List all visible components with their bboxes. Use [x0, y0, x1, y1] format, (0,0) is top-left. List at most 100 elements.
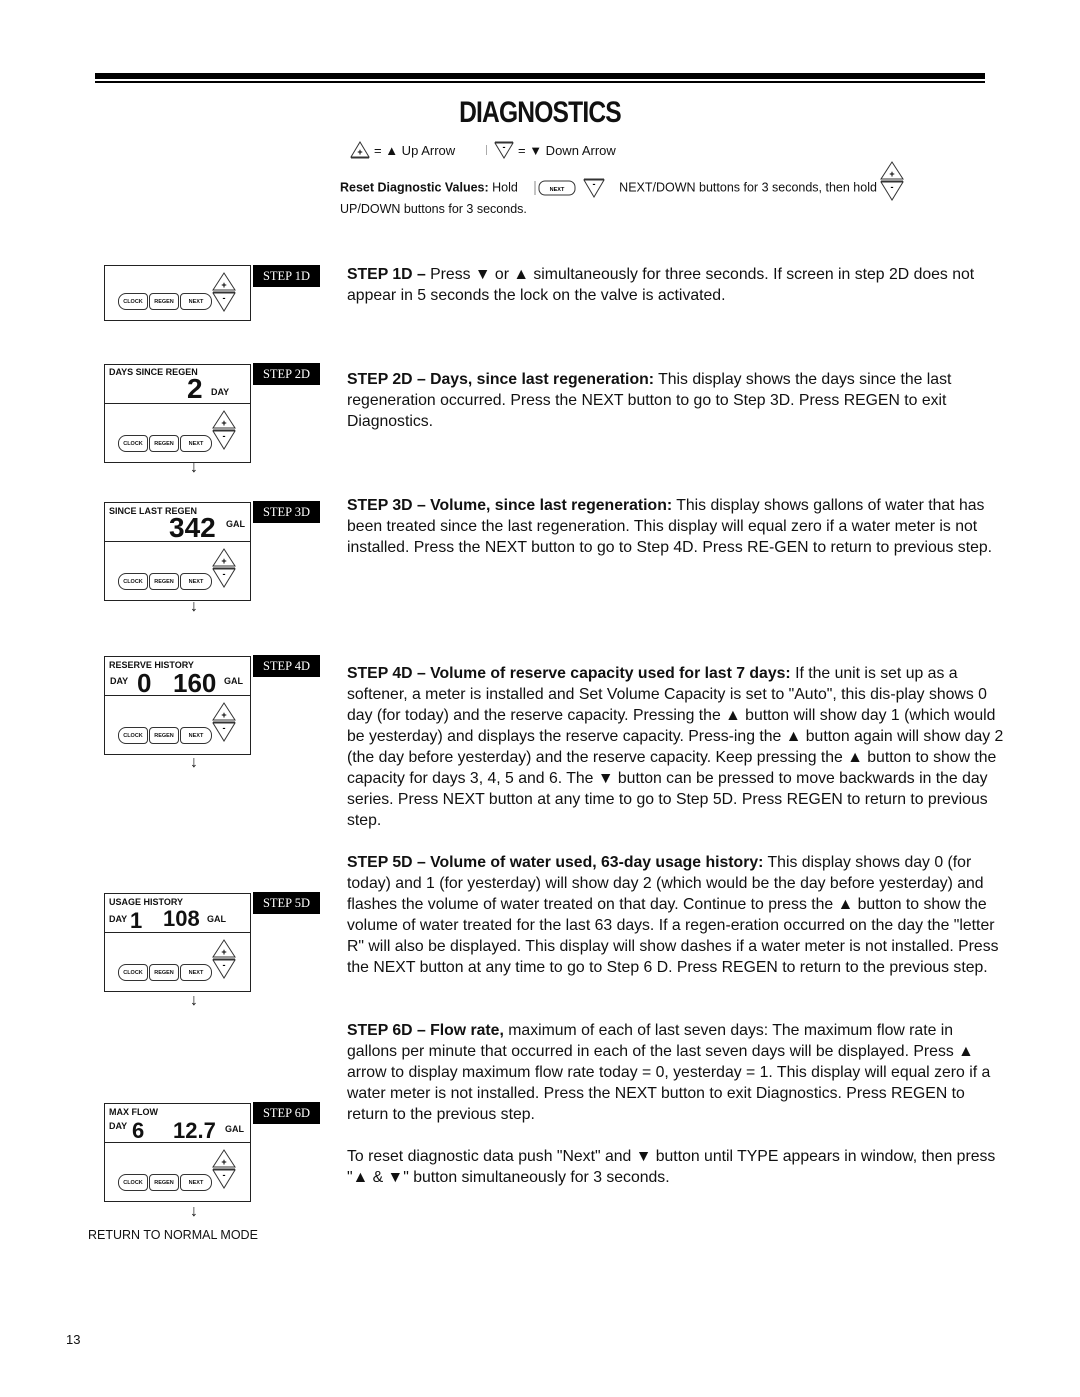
up-down-buttons: + - [212, 272, 236, 317]
panel-buttons: + - CLOCK REGEN NEXT [105, 933, 250, 991]
display-unit: GAL [207, 914, 226, 924]
regen-button[interactable]: REGEN [149, 1174, 179, 1191]
svg-text:-: - [223, 723, 226, 733]
regen-button[interactable]: REGEN [149, 573, 179, 590]
panel-buttons: + - CLOCK REGEN NEXT [105, 1143, 250, 1201]
svg-text:+: + [221, 947, 226, 957]
panel-buttons: + - CLOCK REGEN NEXT [105, 542, 250, 600]
svg-text:+: + [221, 280, 226, 290]
clock-button[interactable]: CLOCK [118, 293, 148, 310]
display-value: 12.7 [173, 1118, 216, 1143]
up-button[interactable]: + [212, 702, 236, 721]
panel-step-1d: + - CLOCK REGEN NEXT [104, 265, 251, 321]
legend-up: + = ▲ Up Arrow [350, 141, 455, 159]
next-button[interactable]: NEXT [180, 1174, 212, 1191]
clock-button[interactable]: CLOCK [118, 1174, 148, 1191]
up-button[interactable]: + [212, 272, 236, 291]
step-heading: STEP 5D – Volume of water used, 63-day u… [347, 854, 764, 871]
svg-text:+: + [890, 169, 895, 179]
display-screen: RESERVE HISTORY DAY 0 160 GAL [105, 657, 250, 698]
next-button[interactable]: NEXT [180, 435, 212, 452]
next-button[interactable]: NEXT [180, 727, 212, 744]
next-button[interactable]: NEXT [180, 573, 212, 590]
panel-buttons: + - CLOCK REGEN NEXT [105, 404, 250, 462]
display-day-label: DAY [109, 1121, 128, 1131]
svg-text:+: + [221, 418, 226, 428]
step-body: This display shows day 0 (for today) and… [347, 854, 999, 976]
up-down-buttons: + - [212, 410, 236, 455]
next-button-icon: NEXT [534, 180, 576, 196]
display-day-label: DAY [110, 676, 129, 686]
down-button[interactable]: - [212, 430, 236, 450]
step-heading: STEP 4D – Volume of reserve capacity use… [347, 665, 791, 682]
display-unit: GAL [226, 519, 245, 529]
panel-buttons: + - CLOCK REGEN NEXT [105, 266, 250, 320]
flow-arrow-icon: ↓ [190, 1203, 198, 1220]
regen-button[interactable]: REGEN [149, 435, 179, 452]
step-4d-description: STEP 4D – Volume of reserve capacity use… [347, 663, 1007, 831]
step-body: Press ▼ or ▲ simultaneously for three se… [347, 266, 975, 304]
panel-step-4d: RESERVE HISTORY DAY 0 160 GAL + - CLOCK … [104, 656, 251, 755]
down-button[interactable]: - [212, 959, 236, 979]
step-3d-description: STEP 3D – Volume, since last regeneratio… [347, 495, 1007, 558]
clock-button[interactable]: CLOCK [118, 727, 148, 744]
down-button[interactable]: - [212, 722, 236, 742]
up-down-buttons: + - [212, 1149, 236, 1194]
display-caption: DAYS SINCE REGEN [109, 367, 198, 377]
up-down-buttons: + - [212, 548, 236, 593]
regen-button[interactable]: REGEN [149, 293, 179, 310]
svg-text:-: - [223, 1170, 226, 1180]
return-to-normal-mode-label: RETURN TO NORMAL MODE [88, 1228, 258, 1242]
panel-step-3d: SINCE LAST REGEN 342 GAL + - CLOCK REGEN… [104, 502, 251, 601]
legend-up-text: = ▲ Up Arrow [374, 142, 456, 158]
step-6d-description: STEP 6D – Flow rate, maximum of each of … [347, 1020, 1007, 1125]
clock-button[interactable]: CLOCK [118, 435, 148, 452]
step-2d-label: STEP 2D [253, 363, 320, 385]
up-button[interactable]: + [212, 1149, 236, 1168]
up-button[interactable]: + [212, 548, 236, 567]
reset-end: UP/DOWN buttons for 3 seconds. [340, 202, 527, 216]
up-button-icon: + [350, 141, 370, 159]
display-unit: GAL [224, 676, 243, 686]
display-value: 2 [187, 373, 203, 404]
svg-text:-: - [223, 960, 226, 970]
step-3d-label: STEP 3D [253, 501, 320, 523]
page-number: 13 [66, 1332, 81, 1347]
clock-button[interactable]: CLOCK [118, 964, 148, 981]
reset-hold: Hold [492, 180, 518, 195]
down-button-icon: - [583, 178, 606, 198]
svg-text:+: + [221, 556, 226, 566]
svg-text:-: - [593, 179, 596, 189]
up-down-buttons-icon: + - [880, 161, 905, 201]
regen-button[interactable]: REGEN [149, 964, 179, 981]
svg-text:-: - [503, 142, 506, 152]
up-button[interactable]: + [212, 939, 236, 958]
step-1d-description: STEP 1D – Press ▼ or ▲ simultaneously fo… [347, 264, 1007, 306]
display-screen: DAYS SINCE REGEN 2 DAY [105, 365, 250, 404]
step-5d-label: STEP 5D [253, 892, 320, 914]
down-button[interactable]: - [212, 1169, 236, 1189]
svg-text:-: - [223, 431, 226, 441]
legend-down: - = ▼ Down Arrow [486, 141, 616, 159]
display-day-value: 0 [137, 668, 152, 698]
clock-button[interactable]: CLOCK [118, 573, 148, 590]
up-button[interactable]: + [212, 410, 236, 429]
legend-down-text: = ▼ Down Arrow [518, 142, 616, 158]
next-button[interactable]: NEXT [180, 293, 212, 310]
display-value: 342 [169, 512, 216, 543]
svg-text:+: + [357, 147, 362, 157]
regen-button[interactable]: REGEN [149, 727, 179, 744]
svg-text:+: + [221, 710, 226, 720]
flow-arrow-icon: ↓ [190, 992, 198, 1009]
step-heading: STEP 3D – Volume, since last regeneratio… [347, 497, 673, 514]
svg-text:-: - [891, 182, 894, 192]
step-heading: STEP 2D – Days, since last regeneration: [347, 371, 654, 388]
display-value: 108 [163, 906, 200, 931]
step-2d-description: STEP 2D – Days, since last regeneration:… [347, 369, 1007, 432]
display-value: 160 [173, 668, 217, 698]
down-button[interactable]: - [212, 292, 236, 312]
next-button[interactable]: NEXT [180, 964, 212, 981]
down-button[interactable]: - [212, 568, 236, 588]
panel-step-6d: MAX FLOW DAY 6 12.7 GAL + - CLOCK REGEN … [104, 1103, 251, 1202]
flow-arrow-icon: ↓ [190, 754, 198, 771]
